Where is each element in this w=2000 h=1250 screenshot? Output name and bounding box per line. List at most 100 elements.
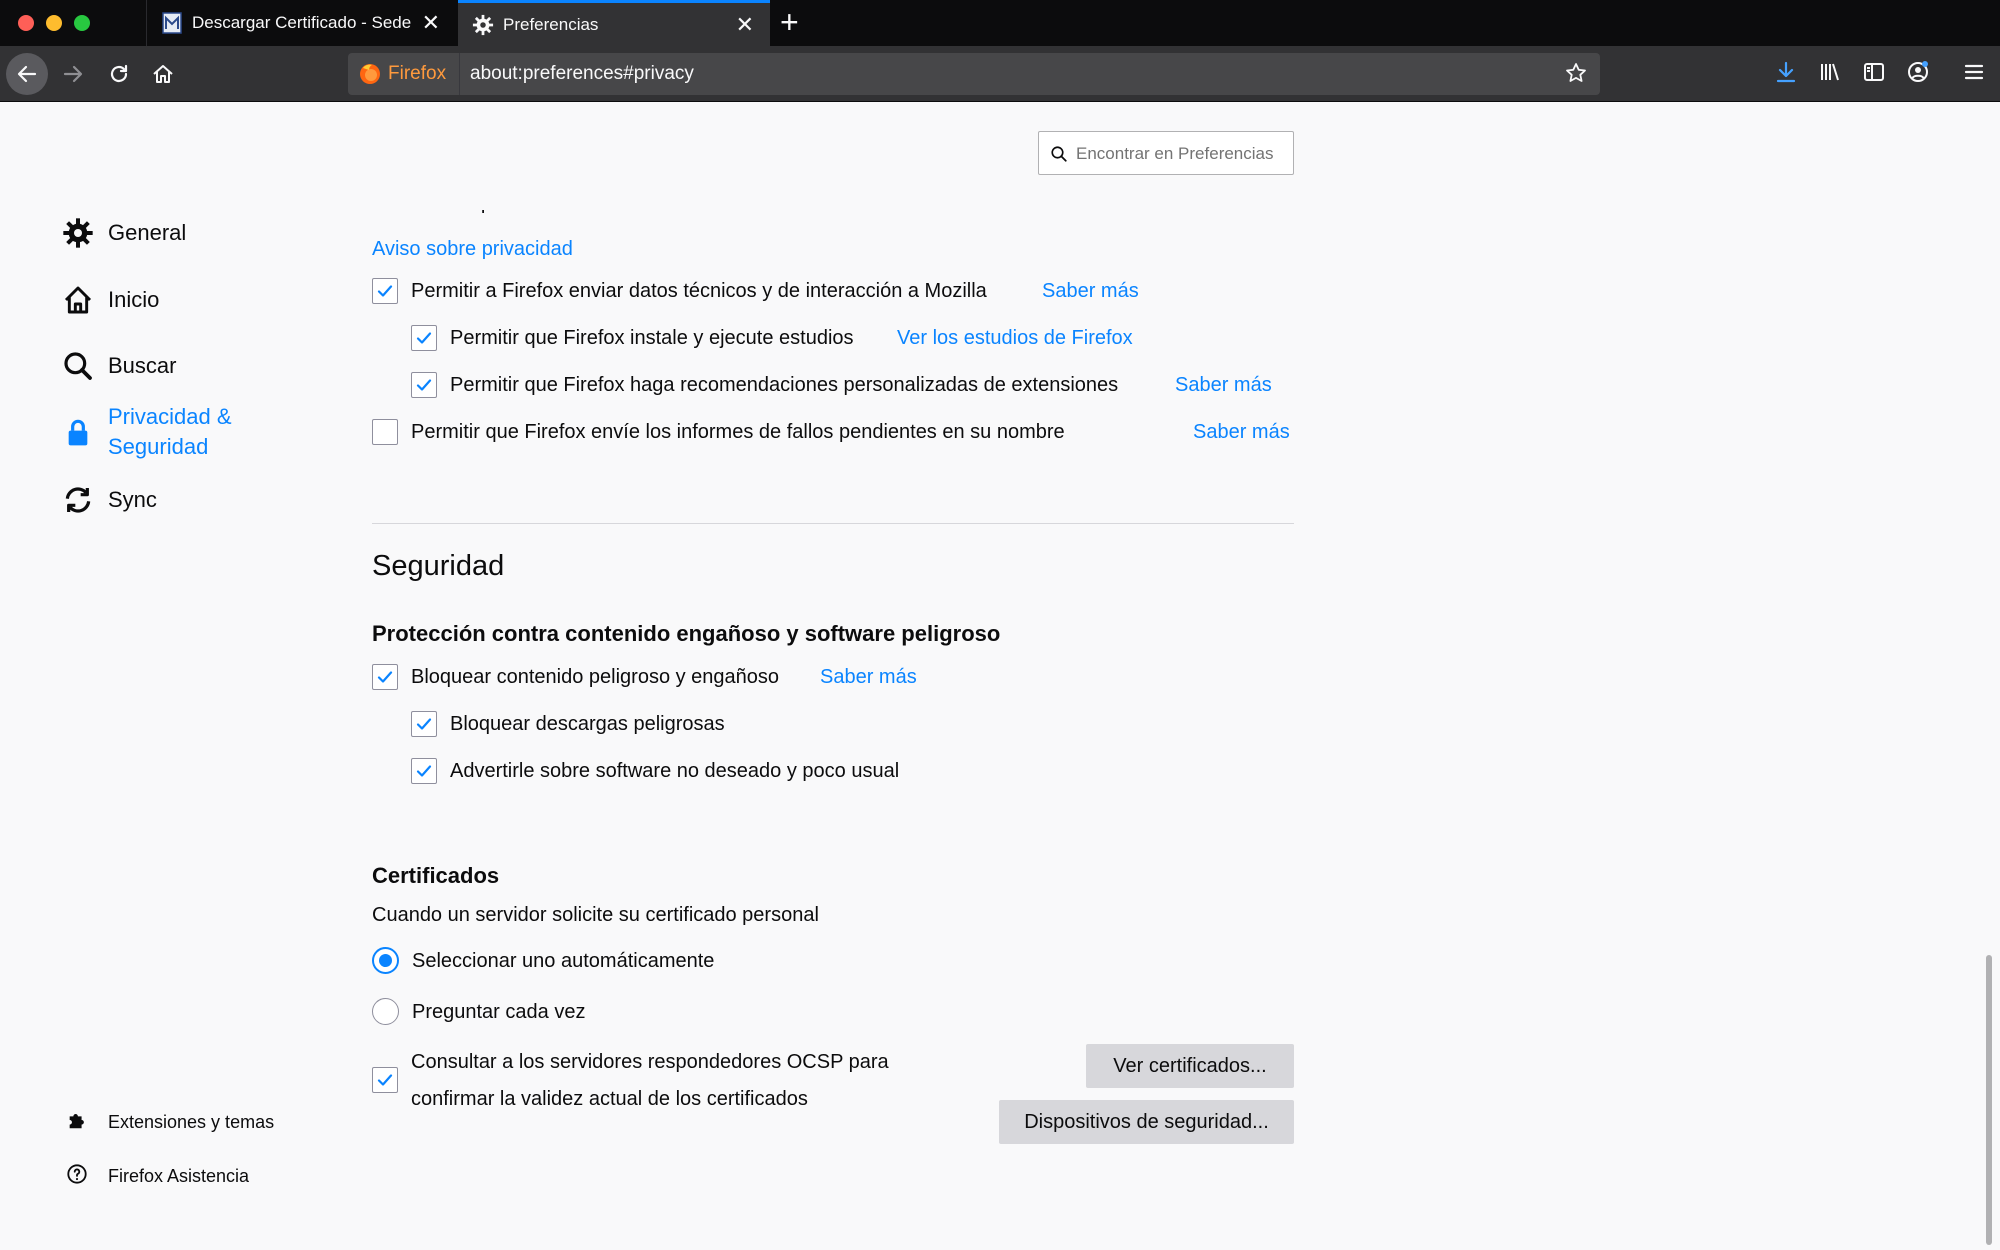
protection-heading: Protección contra contenido engañoso y s… xyxy=(372,621,1001,646)
page-scrollbar[interactable] xyxy=(1986,955,1992,1245)
checkbox-crash-reports[interactable] xyxy=(372,419,398,445)
check-icon xyxy=(416,379,432,391)
checkbox-studies[interactable] xyxy=(411,325,437,351)
minimize-window-button[interactable] xyxy=(46,15,62,31)
puzzle-icon xyxy=(66,1109,88,1136)
sidebar-footer-extensions[interactable]: Extensiones y temas xyxy=(66,1109,274,1136)
sidebar-item-label: General xyxy=(108,220,187,245)
certificates-heading: Certificados xyxy=(372,863,500,888)
library-icon[interactable] xyxy=(1814,56,1846,88)
sidebar-toggle-icon[interactable] xyxy=(1858,56,1890,88)
zoom-window-button[interactable] xyxy=(74,15,90,31)
check-icon xyxy=(377,671,393,683)
lock-icon xyxy=(60,414,96,450)
downloads-icon[interactable] xyxy=(1770,56,1802,88)
block-dangerous-label: Bloquear contenido peligroso y engañoso xyxy=(411,666,780,688)
sidebar-footer-label: Extensiones y temas xyxy=(108,1112,275,1132)
sidebar-footer-help[interactable]: Firefox Asistencia xyxy=(66,1163,249,1190)
gear-icon xyxy=(60,215,96,251)
radio-select-automatically-label: Seleccionar uno automáticamente xyxy=(412,950,715,972)
site-favicon-icon xyxy=(161,12,183,34)
check-icon xyxy=(416,332,432,344)
section-divider xyxy=(372,523,1294,524)
sidebar-item-label: Sync xyxy=(108,487,157,512)
url-text[interactable]: about:preferences#privacy xyxy=(470,63,694,85)
back-arrow-icon xyxy=(17,65,37,83)
block-downloads-label: Bloquear descargas peligrosas xyxy=(450,713,725,735)
url-bar[interactable]: Firefox about:preferences#privacy xyxy=(348,53,1600,95)
telemetry-learn-more-link[interactable]: Saber más xyxy=(1042,280,1139,303)
home-icon xyxy=(60,282,96,318)
sidebar-item-sync[interactable]: Sync xyxy=(60,482,157,518)
firefox-logo-icon xyxy=(360,64,380,84)
warn-unwanted-label: Advertirle sobre software no deseado y p… xyxy=(450,760,900,782)
view-certificates-button[interactable]: Ver certificados... xyxy=(1086,1044,1294,1088)
block-dangerous-learn-more-link[interactable]: Saber más xyxy=(820,666,917,689)
checkbox-telemetry[interactable] xyxy=(372,278,398,304)
close-tab-icon[interactable]: ✕ xyxy=(736,12,754,38)
ocsp-label-line2: confirmar la validez actual de los certi… xyxy=(411,1088,808,1110)
sidebar-item-label: Buscar xyxy=(108,353,177,378)
home-icon xyxy=(153,65,173,83)
checkbox-warn-unwanted[interactable] xyxy=(411,758,437,784)
sidebar-item-label: Inicio xyxy=(108,287,160,312)
reload-icon xyxy=(110,64,128,83)
home-button[interactable] xyxy=(142,53,184,95)
partial-text-mask xyxy=(0,180,2000,210)
recommendations-label: Permitir que Firefox haga recomendacione… xyxy=(450,374,1119,396)
crash-reports-learn-more-link[interactable]: Saber más xyxy=(1193,421,1290,444)
crash-reports-label: Permitir que Firefox envíe los informes … xyxy=(411,421,1065,443)
search-icon xyxy=(1051,146,1067,162)
security-section-title: Seguridad xyxy=(372,550,505,582)
gear-icon xyxy=(472,14,494,36)
certificates-description: Cuando un servidor solicite su certifica… xyxy=(372,904,819,926)
check-icon xyxy=(416,765,432,777)
telemetry-label: Permitir a Firefox enviar datos técnicos… xyxy=(411,280,987,302)
check-icon xyxy=(377,1074,393,1086)
tab-title: Descargar Certificado - Sede xyxy=(192,13,412,32)
sidebar-item-general[interactable]: General xyxy=(60,215,186,251)
radio-select-automatically[interactable] xyxy=(372,947,399,974)
reload-button[interactable] xyxy=(98,53,140,95)
preferences-search-input[interactable]: Encontrar en Preferencias xyxy=(1038,131,1294,175)
security-devices-button[interactable]: Dispositivos de seguridad... xyxy=(999,1100,1294,1144)
identity-box[interactable]: Firefox xyxy=(348,53,460,95)
close-tab-icon[interactable]: ✕ xyxy=(422,10,440,36)
close-window-button[interactable] xyxy=(18,15,34,31)
forward-button[interactable] xyxy=(52,53,94,95)
view-studies-link[interactable]: Ver los estudios de Firefox xyxy=(897,327,1133,350)
account-icon[interactable] xyxy=(1902,56,1934,88)
new-tab-button[interactable]: + xyxy=(780,6,799,38)
back-button[interactable] xyxy=(6,53,48,95)
sidebar-item-label-line2: Seguridad xyxy=(108,434,209,459)
recommendations-learn-more-link[interactable]: Saber más xyxy=(1175,374,1272,397)
sidebar-item-privacidad[interactable]: Privacidad & Seguridad xyxy=(60,402,232,462)
studies-label: Permitir que Firefox instale y ejecute e… xyxy=(450,327,854,349)
sidebar-item-label: Privacidad & xyxy=(108,404,232,429)
tab-title: Preferencias xyxy=(503,14,599,34)
tab-strip: Descargar Certificado - Sede ✕ Preferenc… xyxy=(0,0,2000,46)
check-icon xyxy=(416,718,432,730)
radio-ask-every-time[interactable] xyxy=(372,998,399,1025)
forward-arrow-icon xyxy=(63,65,83,83)
sidebar-item-label-block: Privacidad & Seguridad xyxy=(108,402,232,462)
ocsp-label-line1: Consultar a los servidores respondedores… xyxy=(411,1051,889,1073)
check-icon xyxy=(377,285,393,297)
tab-descargar-certificado[interactable]: Descargar Certificado - Sede ✕ xyxy=(146,0,456,46)
sync-icon xyxy=(60,482,96,518)
privacy-notice-link[interactable]: Aviso sobre privacidad xyxy=(372,238,573,261)
checkbox-recommendations[interactable] xyxy=(411,372,437,398)
radio-ask-every-time-label: Preguntar cada vez xyxy=(412,1001,586,1023)
navigation-toolbar: Firefox about:preferences#privacy xyxy=(0,46,2000,102)
sidebar-item-inicio[interactable]: Inicio xyxy=(60,282,159,318)
sidebar-item-buscar[interactable]: Buscar xyxy=(60,348,176,384)
menu-icon[interactable] xyxy=(1958,56,1990,88)
checkbox-ocsp[interactable] xyxy=(372,1067,398,1093)
sidebar-footer-label: Firefox Asistencia xyxy=(108,1166,250,1186)
checkbox-block-dangerous[interactable] xyxy=(372,664,398,690)
checkbox-block-downloads[interactable] xyxy=(411,711,437,737)
bookmark-star-icon[interactable] xyxy=(1564,61,1588,90)
radio-selected-dot xyxy=(379,954,392,967)
search-icon xyxy=(60,348,96,384)
tab-preferencias[interactable]: Preferencias ✕ xyxy=(458,0,770,46)
